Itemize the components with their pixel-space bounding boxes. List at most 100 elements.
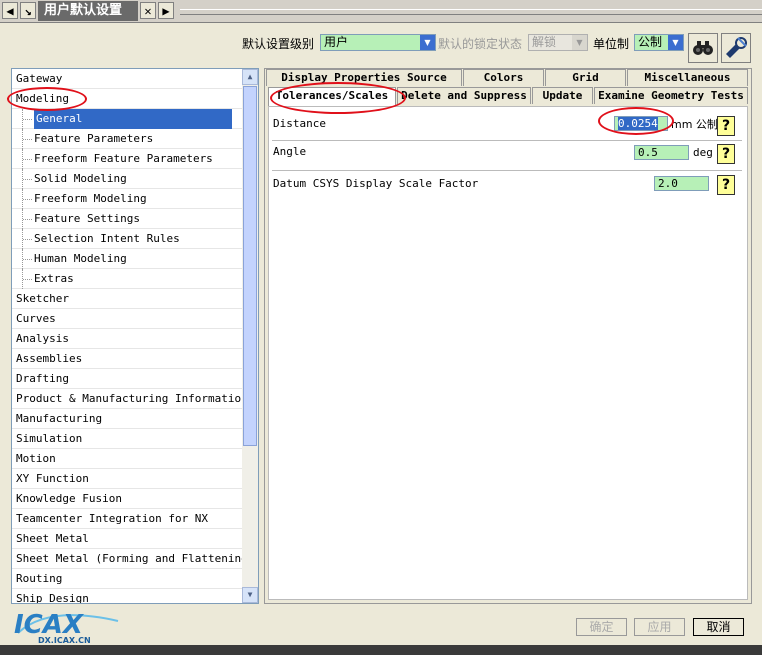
close-icon[interactable]: ✕ — [140, 2, 156, 19]
tree-scrollbar[interactable]: ▲ ▼ — [242, 69, 258, 603]
tree-child-item[interactable]: Extras — [12, 269, 242, 289]
unit-label: 单位制 — [593, 37, 630, 51]
tree-item-label: Drafting — [16, 372, 69, 385]
manage-button[interactable] — [721, 33, 751, 63]
category-tree[interactable]: Gateway Modeling General Feature Parameters… — [11, 68, 259, 604]
tree-item-label: Gateway — [16, 72, 63, 85]
angle-input[interactable]: 0.5 — [634, 145, 689, 160]
pin-arrow-icon[interactable]: ↘ — [20, 2, 36, 19]
tree-item-label: Teamcenter Integration for NX — [16, 512, 209, 525]
help-icon[interactable]: ? — [717, 144, 735, 164]
tree-item[interactable]: Routing — [12, 569, 242, 589]
tree-child-item[interactable]: Freeform Modeling — [12, 189, 242, 209]
tree-item-label: Feature Settings — [34, 212, 140, 225]
tree-item-label: Product & Manufacturing Information — [16, 392, 248, 405]
settings-tool-icon — [726, 37, 747, 58]
scroll-thumb[interactable] — [243, 86, 257, 446]
tree-item[interactable]: Knowledge Fusion — [12, 489, 242, 509]
window-title: 用户默认设置 — [38, 1, 138, 21]
tree-item[interactable]: Gateway — [12, 69, 242, 89]
tree-branch-line — [22, 129, 33, 149]
tree-child-item[interactable]: Solid Modeling — [12, 169, 242, 189]
angle-unit: deg — [693, 146, 713, 159]
tree-item[interactable]: Product & Manufacturing Information — [12, 389, 248, 409]
tab-delete-and-suppress[interactable]: Delete and Suppress — [397, 87, 531, 104]
tree-child-item[interactable]: Feature Settings — [12, 209, 242, 229]
tree-item[interactable]: Sheet Metal (Forming and Flattening) — [12, 549, 254, 569]
tree-child-item[interactable]: Human Modeling — [12, 249, 242, 269]
tree-item-label: Assemblies — [16, 352, 83, 365]
find-button[interactable] — [688, 33, 718, 63]
tree-item-label: General — [34, 109, 232, 129]
tab-tolerances-scales[interactable]: Tolerances/Scales — [268, 87, 396, 106]
tree-branch-line — [22, 109, 33, 129]
forward-icon[interactable]: ▶ — [158, 2, 174, 19]
tree-child-item[interactable]: General — [12, 109, 242, 129]
distance-input[interactable]: 0.0254 — [614, 116, 668, 131]
tab-update[interactable]: Update — [532, 87, 593, 104]
tree-item[interactable]: Curves — [12, 309, 242, 329]
tree-item[interactable]: Drafting — [12, 369, 242, 389]
tree-branch-line — [22, 209, 33, 229]
scroll-down-icon[interactable]: ▼ — [242, 587, 258, 603]
ok-button[interactable]: 确定 — [576, 618, 627, 636]
tree-item-label: Modeling — [16, 92, 69, 105]
datum-scale-input[interactable]: 2.0 — [654, 176, 709, 191]
icax-logo-icon: ICAX DX.ICAX.CN — [14, 610, 119, 645]
level-select[interactable]: 用户 ▼ — [320, 34, 436, 51]
tree-item[interactable]: Modeling — [12, 89, 242, 109]
chevron-down-icon[interactable]: ▼ — [668, 35, 683, 50]
tree-child-item[interactable]: Selection Intent Rules — [12, 229, 242, 249]
tree-item-label: Freeform Modeling — [34, 192, 147, 205]
tree-item-label: Motion — [16, 452, 56, 465]
tree-branch-line — [22, 269, 33, 289]
lock-label: 默认的锁定状态 — [438, 37, 523, 51]
tree-item-label: Freeform Feature Parameters — [34, 152, 213, 165]
tab-display-properties-source[interactable]: Display Properties Source — [266, 69, 462, 86]
tree-item[interactable]: Teamcenter Integration for NX — [12, 509, 242, 529]
unit-value: 公制 — [638, 35, 663, 49]
distance-unit: mm 公制 — [671, 118, 718, 131]
unit-select[interactable]: 公制 ▼ — [634, 34, 684, 51]
help-icon[interactable]: ? — [717, 175, 735, 195]
tree-item-label: Human Modeling — [34, 252, 127, 265]
tree-item[interactable]: Sheet Metal — [12, 529, 242, 549]
tab-miscellaneous[interactable]: Miscellaneous — [627, 69, 748, 86]
tree-item[interactable]: Ship Design — [12, 589, 242, 603]
datum-scale-value: 2.0 — [658, 177, 678, 190]
tree-item-label: Solid Modeling — [34, 172, 127, 185]
binoculars-icon — [693, 41, 713, 55]
tree-item-label: Extras — [34, 272, 74, 285]
tab-colors[interactable]: Colors — [463, 69, 544, 86]
tree-item[interactable]: Analysis — [12, 329, 242, 349]
lock-select: 解锁 ▼ — [528, 34, 588, 51]
apply-button[interactable]: 应用 — [634, 618, 685, 636]
tree-item-label: Analysis — [16, 332, 69, 345]
tree-branch-line — [22, 229, 33, 249]
tree-item[interactable]: Manufacturing — [12, 409, 242, 429]
tree-item-label: Sketcher — [16, 292, 69, 305]
chevron-down-icon: ▼ — [572, 35, 587, 50]
tree-child-item[interactable]: Feature Parameters — [12, 129, 242, 149]
divider — [272, 170, 742, 172]
tree-item-label: Sheet Metal (Forming and Flattening) — [16, 552, 255, 565]
tree-item-label: Knowledge Fusion — [16, 492, 122, 505]
tree-item-label: Sheet Metal — [16, 532, 89, 545]
tab-grid[interactable]: Grid — [545, 69, 626, 86]
tree-item[interactable]: Motion — [12, 449, 242, 469]
tree-item[interactable]: Assemblies — [12, 349, 242, 369]
title-divider — [180, 9, 762, 15]
tree-branch-line — [22, 189, 33, 209]
angle-label: Angle — [273, 145, 307, 158]
help-icon[interactable]: ? — [717, 116, 735, 136]
tree-item[interactable]: XY Function — [12, 469, 242, 489]
cancel-button[interactable]: 取消 — [693, 618, 744, 636]
icax-logo: ICAX DX.ICAX.CN — [8, 603, 128, 645]
scroll-up-icon[interactable]: ▲ — [242, 69, 258, 85]
chevron-down-icon[interactable]: ▼ — [420, 35, 435, 50]
back-icon[interactable]: ◀ — [2, 2, 18, 19]
tree-item[interactable]: Sketcher — [12, 289, 242, 309]
tree-child-item[interactable]: Freeform Feature Parameters — [12, 149, 242, 169]
tab-examine-geometry-tests[interactable]: Examine Geometry Tests — [594, 87, 748, 104]
tree-item[interactable]: Simulation — [12, 429, 242, 449]
